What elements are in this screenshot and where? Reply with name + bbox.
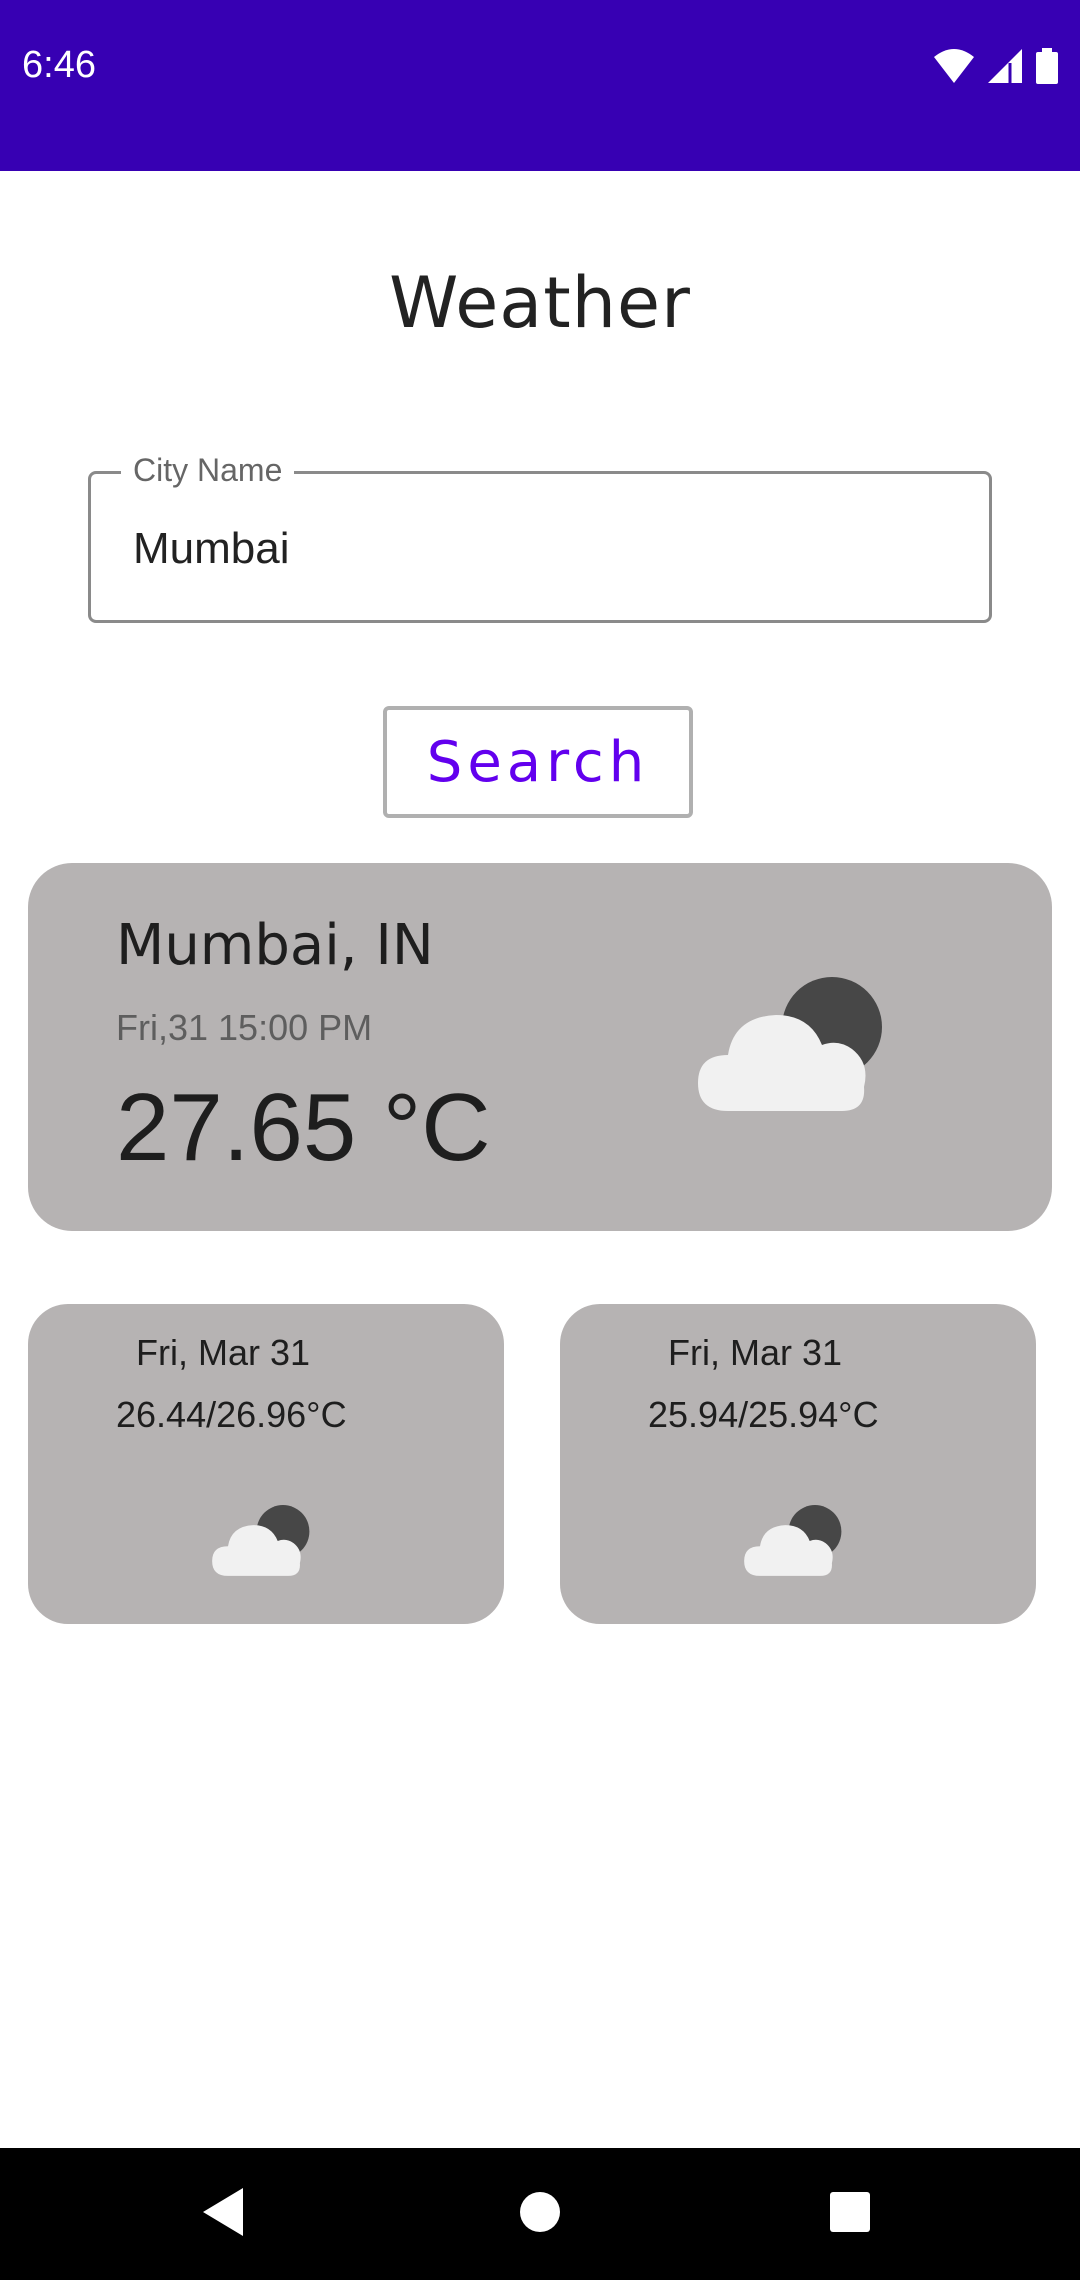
system-nav-bar [0,2148,1080,2280]
recents-button[interactable] [805,2148,895,2280]
current-weather-card: Mumbai, IN Fri,31 15:00 PM 27.65 °C [28,863,1052,1231]
current-city: Mumbai, IN [116,913,434,978]
current-temperature: 27.65 °C [116,1074,491,1181]
forecast-temp-range: 26.44/26.96°C [116,1394,347,1435]
city-name-label: City Name [121,452,295,489]
forecast-temp-range: 25.94/25.94°C [648,1394,879,1435]
forecast-card: Fri, Mar 31 25.94/25.94°C [560,1304,1036,1624]
search-button[interactable]: Search [383,706,693,818]
forecast-date: Fri, Mar 31 [136,1332,311,1373]
status-time: 6:46 [22,44,96,86]
home-icon [518,2190,562,2238]
current-datetime: Fri,31 15:00 PM [116,1007,373,1048]
status-bar: 6:46 [0,0,1080,171]
home-button[interactable] [495,2148,585,2280]
partly-cloudy-night-icon [698,975,898,1119]
partly-cloudy-night-icon [212,1504,318,1582]
back-button[interactable] [180,2148,270,2280]
recents-icon [828,2190,872,2238]
forecast-date: Fri, Mar 31 [668,1332,843,1373]
back-icon [203,2188,247,2240]
battery-icon [1036,48,1058,84]
city-name-field[interactable]: City Name [88,452,992,623]
partly-cloudy-night-icon [744,1504,850,1582]
cell-signal-icon [988,49,1022,83]
wifi-icon [934,49,974,83]
forecast-card: Fri, Mar 31 26.44/26.96°C [28,1304,504,1624]
page-title: Weather [389,262,691,344]
city-name-input[interactable] [133,524,933,574]
status-icons [934,48,1058,84]
